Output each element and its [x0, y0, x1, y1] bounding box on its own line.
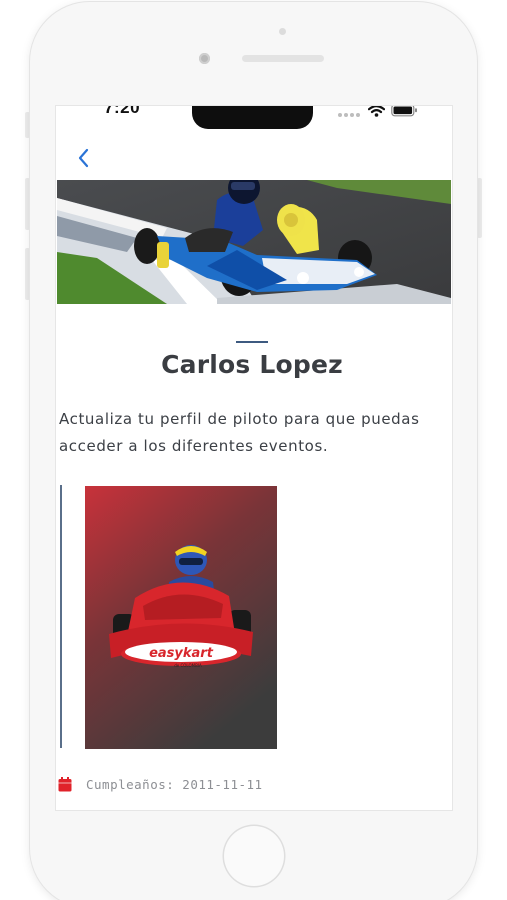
battery-icon	[391, 106, 418, 121]
earpiece-speaker	[242, 55, 324, 62]
profile-description: Actualiza tu perfil de piloto para que p…	[59, 410, 420, 455]
birthday-text: Cumpleaños: 2011-11-11	[86, 777, 263, 792]
title-accent-rule	[236, 341, 268, 343]
birthday-row: Cumpleaños: 2011-11-11	[58, 777, 263, 792]
back-button[interactable]	[72, 144, 96, 172]
app-screen: 7:20 Carlos Lopez Actualiza tu perfil de…	[56, 106, 452, 810]
poster-brand-sub: de COLOMBIA	[174, 663, 202, 668]
sensor-dot	[279, 28, 286, 35]
device-frame-stage: 7:20 Carlos Lopez Actualiza tu perfil de…	[0, 0, 507, 900]
status-icons	[338, 106, 418, 118]
profile-name: Carlos Lopez	[161, 350, 343, 379]
front-camera	[199, 53, 210, 64]
status-time: 7:20	[104, 106, 141, 117]
poster-brand-logo: easykart	[149, 646, 214, 661]
hero-image	[57, 180, 451, 304]
screen-notch	[192, 106, 313, 129]
card-accent-line	[60, 485, 62, 748]
calendar-icon	[58, 777, 72, 792]
kart-poster-image: easykart de COLOMBIA	[85, 486, 277, 749]
wifi-icon	[367, 106, 386, 121]
home-button[interactable]	[224, 826, 284, 886]
chevron-left-icon	[78, 148, 89, 168]
power-button	[477, 178, 482, 238]
signal-dots-icon	[338, 106, 362, 121]
